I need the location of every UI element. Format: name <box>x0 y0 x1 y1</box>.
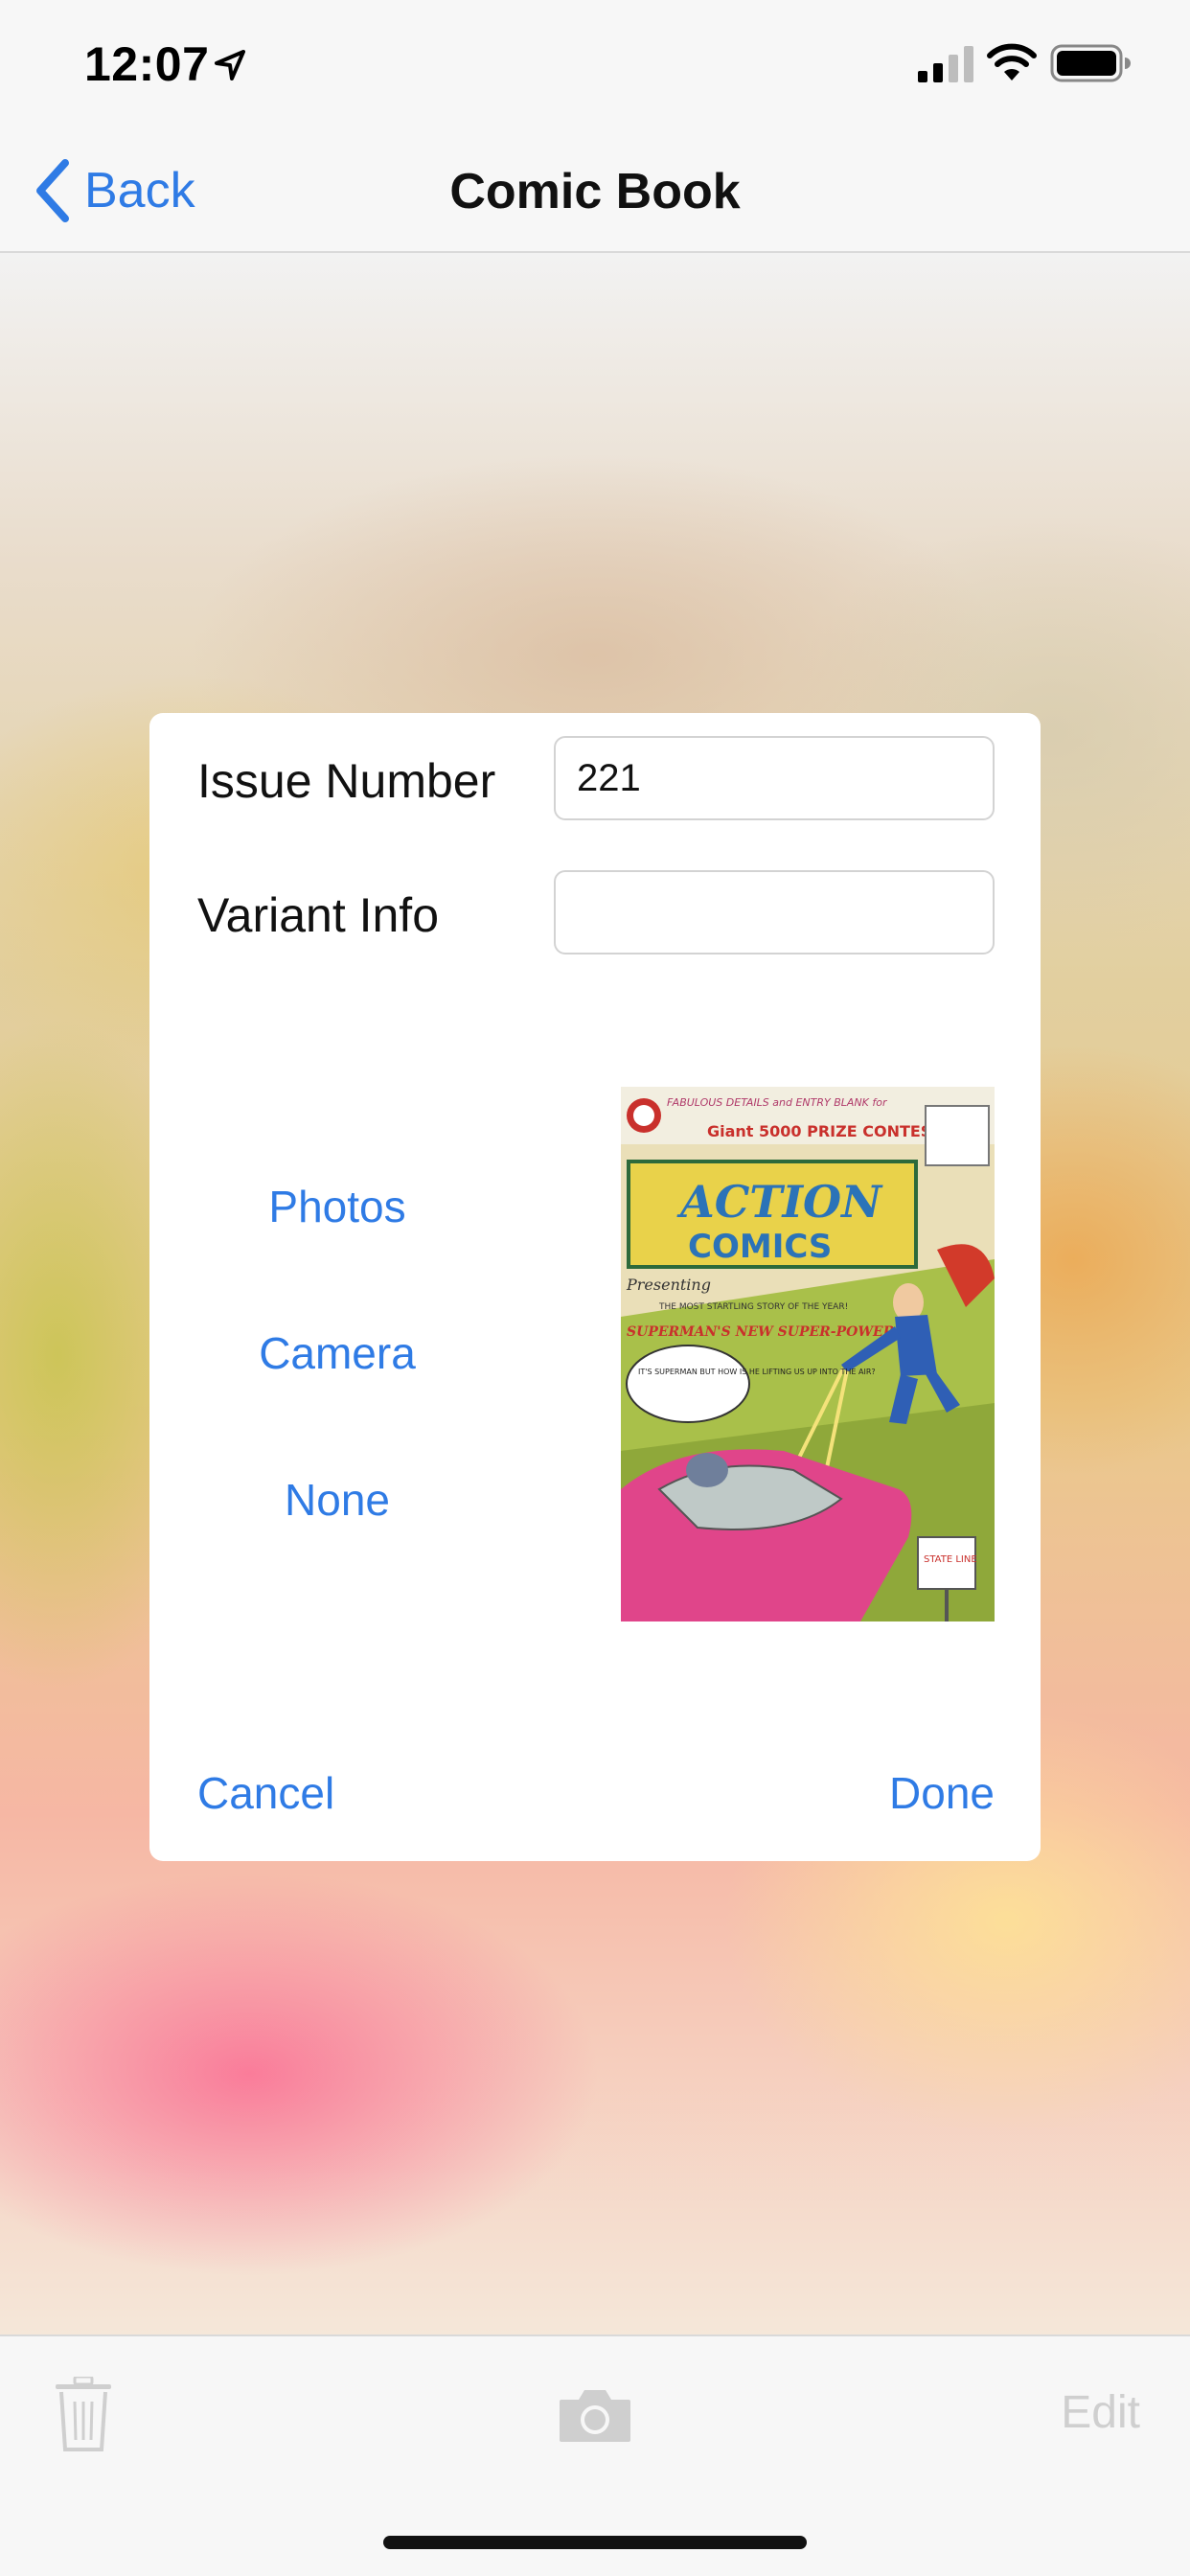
cover-teaser: FABULOUS DETAILS and ENTRY BLANK for <box>667 1096 888 1109</box>
cover-story-title: SUPERMAN'S NEW SUPER-POWER! <box>627 1324 901 1340</box>
location-arrow-icon <box>215 50 245 80</box>
cover-image: ACTION COMICS FABULOUS DETAILS and ENTRY… <box>621 1087 995 1622</box>
variant-info-field[interactable] <box>554 870 995 954</box>
battery-icon <box>1050 44 1131 82</box>
cover-contest: Giant 5000 PRIZE CONTEST! <box>707 1122 950 1140</box>
cellular-signal-icon <box>918 46 973 82</box>
cancel-button[interactable]: Cancel <box>197 1767 334 1819</box>
home-indicator <box>383 2536 807 2549</box>
camera-button[interactable]: Camera <box>197 1327 477 1379</box>
status-bar: 12:07 <box>0 0 1190 126</box>
edit-issue-dialog: Issue Number 221 Variant Info Photos Cam… <box>149 713 1041 1861</box>
cover-title-line-1: ACTION <box>676 1176 883 1228</box>
done-button[interactable]: Done <box>889 1767 995 1819</box>
page-title: Comic Book <box>449 164 741 219</box>
status-time: 12:07 <box>84 37 210 91</box>
wifi-icon <box>987 43 1037 80</box>
issue-number-field[interactable]: 221 <box>554 736 995 820</box>
comic-cover-art: ACTION COMICS FABULOUS DETAILS and ENTRY… <box>621 1087 995 1622</box>
cover-story-intro: THE MOST STARTLING STORY OF THE YEAR! <box>658 1302 848 1312</box>
cover-sign: STATE LINE <box>924 1554 977 1565</box>
edit-button[interactable]: Edit <box>1061 2386 1140 2439</box>
none-button[interactable]: None <box>197 1474 477 1526</box>
cover-speech: IT'S SUPERMAN BUT HOW IS HE LIFTING US U… <box>638 1368 876 1376</box>
trash-icon[interactable] <box>54 2377 113 2453</box>
photos-button[interactable]: Photos <box>197 1181 477 1232</box>
issue-number-label: Issue Number <box>197 754 496 808</box>
navigation-bar: Back Comic Book <box>0 126 1190 253</box>
cover-presenting: Presenting <box>626 1276 711 1294</box>
cover-title-line-2: COMICS <box>688 1228 832 1266</box>
variant-info-label: Variant Info <box>197 888 440 942</box>
camera-icon[interactable] <box>558 2386 632 2444</box>
